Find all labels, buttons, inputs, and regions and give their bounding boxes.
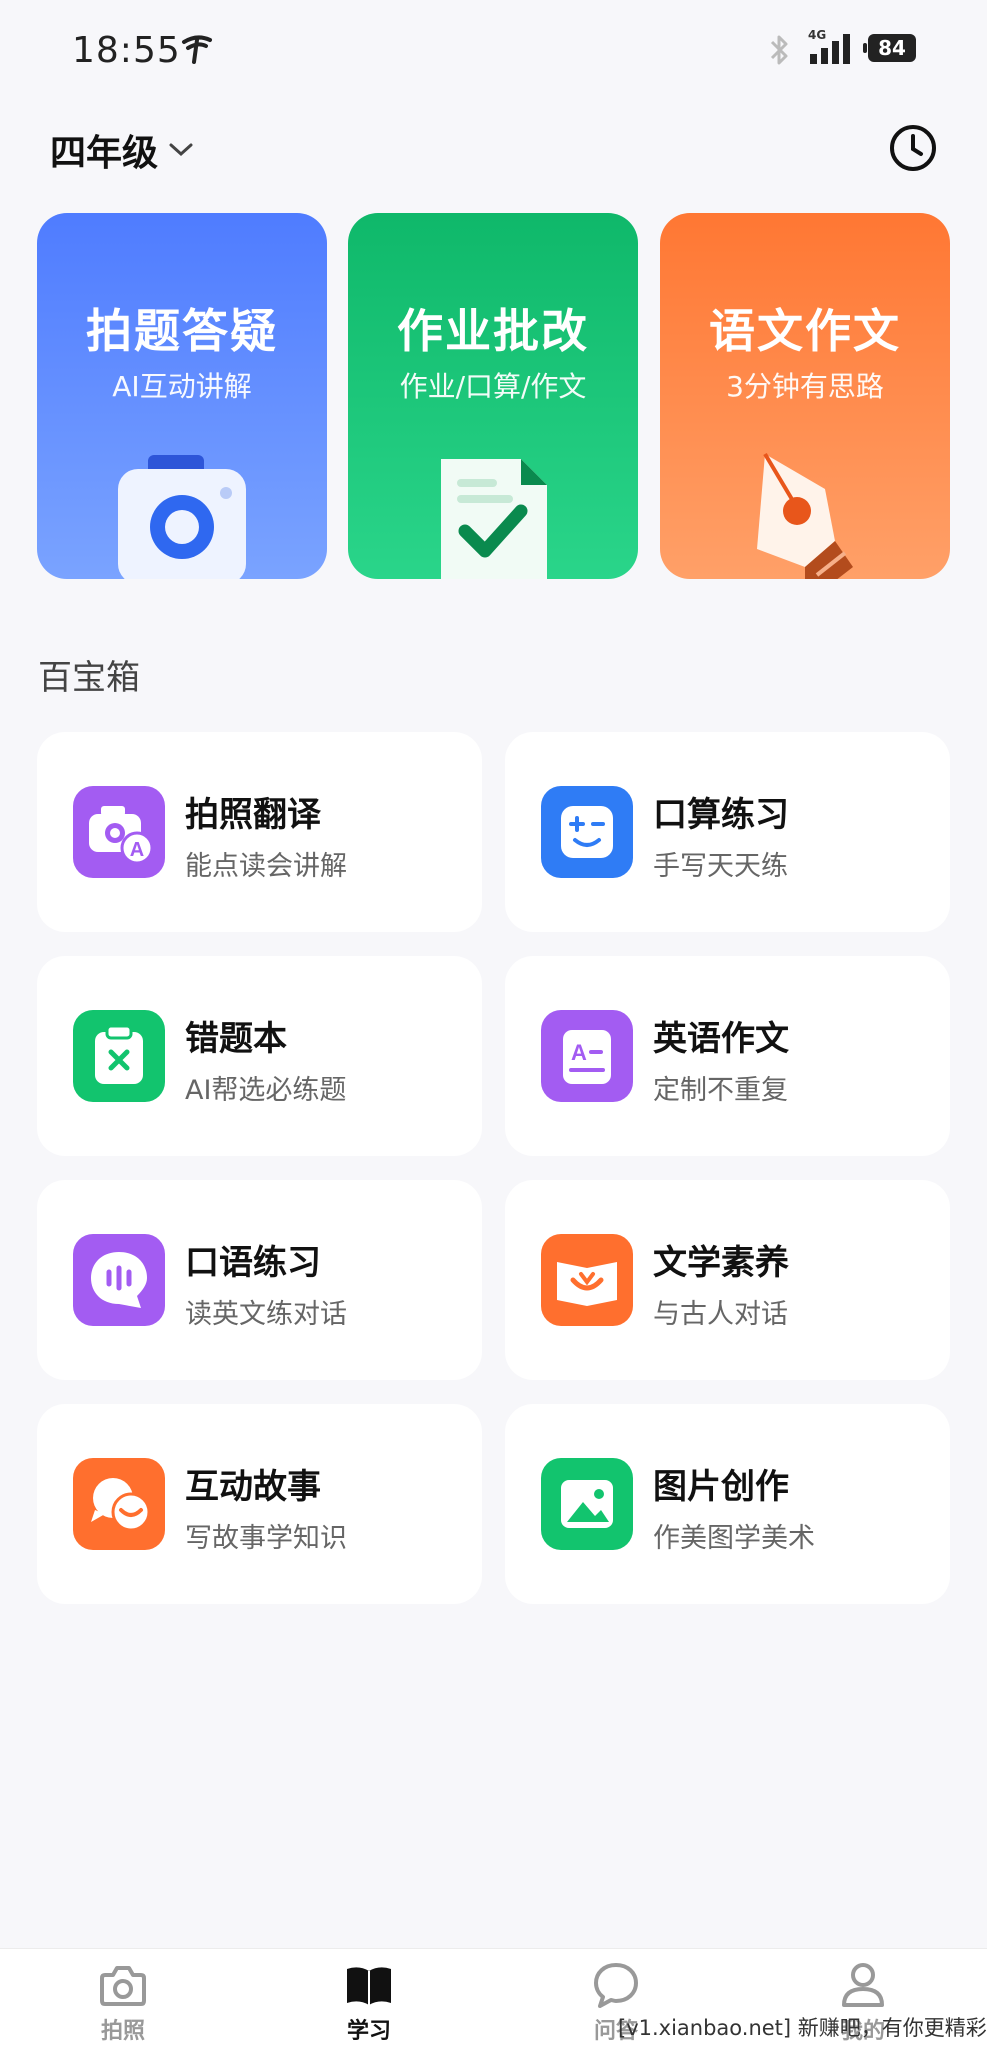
tool-title: 互动故事 [185,1467,321,1507]
card-subtitle: 3分钟有思路 [726,370,884,403]
card-title: 拍题答疑 [86,304,278,358]
battery-indicator: 84 [863,34,916,62]
chat-smile-icon [73,1458,165,1550]
history-clock-icon[interactable] [888,123,938,173]
card-subtitle: 作业/口算/作文 [399,370,587,403]
tool-title: 图片创作 [653,1467,789,1507]
picture-icon [541,1458,633,1550]
tool-english-essay[interactable]: A 英语作文 定制不重复 [505,956,950,1156]
card-subtitle: AI互动讲解 [112,370,252,403]
tool-mistake-book[interactable]: 错题本 AI帮选必练题 [37,956,482,1156]
feature-card-photo-question[interactable]: 拍题答疑 AI互动讲解 [37,213,327,579]
watermark-text: [v1.xianbao.net] 新赚吧，有你更精彩！ [618,2016,987,2040]
tool-mental-math[interactable]: 口算练习 手写天天练 [505,732,950,932]
toolbox-title: 百宝箱 [38,658,140,698]
tool-title: 错题本 [185,1019,287,1059]
feature-card-homework-check[interactable]: 作业批改 作业/口算/作文 [348,213,638,579]
tool-picture-creation[interactable]: 图片创作 作美图学美术 [505,1404,950,1604]
document-check-illustration-icon [441,459,547,579]
tool-subtitle: 写故事学知识 [185,1523,347,1554]
camera-icon [100,1966,146,2006]
carrier-logo-icon [182,35,212,64]
signal-icon [810,34,850,64]
nav-item-study[interactable]: 学习 [309,1959,429,2048]
header: 四年级 [0,118,987,182]
card-title: 语文作文 [709,304,901,358]
book-icon [347,1967,391,2005]
camera-translate-icon: A [73,786,165,878]
feature-card-chinese-essay[interactable]: 语文作文 3分钟有思路 [660,213,950,579]
chevron-down-icon [169,143,193,157]
open-book-icon [541,1234,633,1326]
tool-title: 拍照翻译 [185,795,321,835]
status-bar: 18:55 4G 84 [0,0,987,100]
grade-selector[interactable]: 四年级 [50,124,194,176]
tool-photo-translate[interactable]: A 拍照翻译 能点读会讲解 [37,732,482,932]
tool-subtitle: 能点读会讲解 [185,851,347,882]
tool-oral-practice[interactable]: 口语练习 读英文练对话 [37,1180,482,1380]
svg-text:A: A [571,1040,587,1065]
tool-subtitle: 读英文练对话 [185,1299,347,1330]
tool-literature[interactable]: 文学素养 与古人对话 [505,1180,950,1380]
nav-label: 学习 [346,2019,391,2044]
status-time: 18:55 [72,30,181,71]
tool-title: 口算练习 [653,795,789,835]
tool-title: 口语练习 [185,1243,321,1283]
battery-level: 84 [878,36,906,60]
tool-interactive-story[interactable]: 互动故事 写故事学知识 [37,1404,482,1604]
tool-subtitle: AI帮选必练题 [185,1075,347,1106]
person-icon [842,1963,884,2007]
tool-subtitle: 作美图学美术 [653,1523,815,1554]
chat-icon [594,1963,638,2008]
tool-subtitle: 定制不重复 [653,1075,788,1106]
app-screen: 18:55 4G 84 四年级 拍题答疑 AI互动讲解 作业批改 作业/口算/作… [0,0,987,2048]
bluetooth-icon [770,35,788,65]
camera-illustration-icon [118,455,246,579]
speech-bubble-icon [73,1234,165,1326]
tool-subtitle: 手写天天练 [653,851,788,882]
svg-text:A: A [130,839,144,861]
tool-title: 文学素养 [653,1243,789,1283]
nav-label: 拍照 [100,2019,145,2044]
card-title: 作业批改 [397,304,589,358]
essay-a-icon: A [541,1010,633,1102]
nav-item-photo[interactable]: 拍照 [63,1959,183,2048]
tool-subtitle: 与古人对话 [653,1299,788,1330]
clipboard-x-icon [73,1010,165,1102]
tool-title: 英语作文 [653,1019,789,1059]
pen-nib-illustration-icon [757,452,853,579]
grade-label: 四年级 [50,133,159,174]
math-face-icon [541,786,633,878]
